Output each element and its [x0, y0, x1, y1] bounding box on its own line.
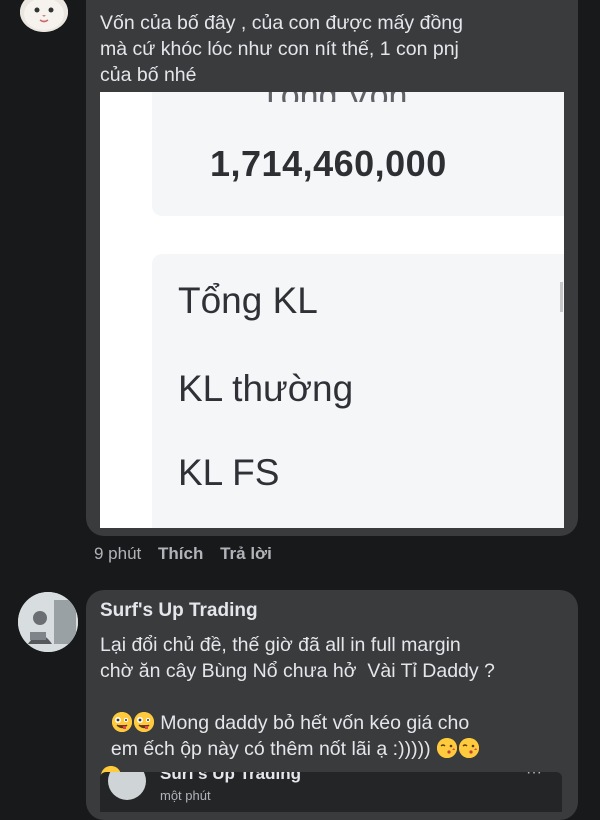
trader-photo-icon: [18, 592, 78, 652]
comment-line-4-text: em ếch ộp này có thêm nốt lãi ạ :))))): [110, 738, 431, 760]
comment-line-1: Lại đổi chủ đề, thế giờ đã all in full m…: [100, 634, 461, 656]
quoted-post-card[interactable]: Surf's Up Trading một phút ···: [100, 772, 562, 812]
kiss-face-emoji: [436, 738, 457, 758]
reply-button[interactable]: Trả lời: [220, 544, 272, 563]
volume-row-total: Tổng KL: [178, 280, 318, 321]
volume-row-normal: KL thường: [178, 368, 354, 409]
quoted-avatar: [108, 772, 146, 800]
user-avatar-surfs-up[interactable]: [18, 592, 78, 652]
cat-face-icon: [20, 0, 68, 32]
volume-row-fs: KL FS: [178, 452, 280, 493]
total-capital-label: Tổng Vốn: [260, 92, 520, 102]
attached-image[interactable]: Tổng Vốn 1,714,460,000 Tổng KL KL thường…: [100, 92, 564, 528]
scroll-edge-mark: [560, 282, 563, 312]
comment-line-4: em ếch ộp này có thêm nốt lãi ạ :))))): [100, 710, 570, 762]
comment-line-2: chờ ăn cây Bùng Nổ chưa hở Vài Tỉ Daddy …: [100, 660, 495, 682]
user-avatar-cat[interactable]: [20, 0, 68, 32]
comment-time[interactable]: 9 phút: [94, 544, 141, 563]
like-button[interactable]: Thích: [158, 544, 203, 563]
comment-author[interactable]: Surf's Up Trading: [100, 600, 258, 622]
comment-text: Vốn của bố đây , của con được mấy đồng m…: [100, 12, 463, 86]
quoted-time: một phút: [160, 788, 211, 803]
quoted-author: Surf's Up Trading: [160, 772, 301, 783]
comment-meta: 9 phút Thích Trả lời: [94, 544, 272, 564]
total-capital-value: 1,714,460,000: [210, 143, 447, 184]
more-options-icon[interactable]: ···: [526, 772, 542, 782]
kiss-face-emoji: [458, 738, 479, 758]
